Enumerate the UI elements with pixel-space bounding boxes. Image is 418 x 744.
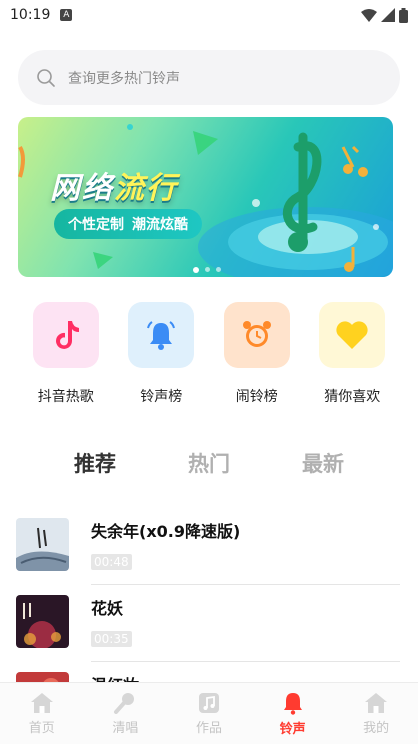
tab-label: 作品 [195,720,222,736]
music-note-icon [198,692,219,713]
status-bar: 10:19 A [0,0,418,30]
wifi-icon [361,9,377,22]
microphone-icon [114,692,135,714]
profile-icon [365,692,388,713]
tab-works[interactable]: 作品 [167,683,251,744]
banner-dot [216,267,221,272]
banner-dot [193,267,199,273]
status-right [361,7,408,23]
quick-label: 闹铃榜 [235,389,278,405]
banner-dot [205,267,210,272]
status-time: 10:19 [10,7,51,23]
tab-hot[interactable]: 热门 [180,448,238,478]
list-item[interactable]: 失余年(x0.9降速版) 00:48 [16,508,400,585]
tab-newest[interactable]: 最新 [294,448,352,478]
quick-item-guess-you-like[interactable]: 猜你喜欢 [312,302,392,406]
banner-pill-a: 个性定制 [68,217,124,233]
tab-profile[interactable]: 我的 [334,683,418,744]
bell-icon [128,302,195,368]
tab-recommended[interactable]: 推荐 [66,448,124,478]
search-icon [37,68,55,87]
song-title: 失余年(x0.9降速版) [91,522,241,541]
banner-title-a: 网络 [50,171,114,206]
quick-category-row: 抖音热歌 铃声榜 闹铃榜 猜你喜欢 [0,302,418,406]
signal-icon [381,8,395,22]
song-cover [16,595,69,648]
battery-icon [399,7,408,23]
tab-label: 我的 [363,720,390,736]
banner-pill: 个性定制 潮流炫酷 [54,209,202,239]
quick-label: 铃声榜 [140,389,183,405]
quick-item-alarm-chart[interactable]: 闹铃榜 [217,302,297,406]
song-title: 花妖 [91,599,124,618]
quick-item-ringtone-chart[interactable]: 铃声榜 [121,302,201,406]
home-icon [30,692,53,713]
promo-banner[interactable]: 网络流行 个性定制 潮流炫酷 [18,117,393,277]
quick-label: 抖音热歌 [37,389,94,405]
alarm-clock-icon [223,302,290,368]
banner-title: 网络流行 [50,163,178,207]
list-item[interactable]: 花妖 00:35 [16,585,400,662]
tab-label: 清唱 [112,720,139,736]
banner-pill-b: 潮流炫酷 [132,217,188,233]
bell-icon [283,692,302,715]
tiktok-icon [32,302,99,368]
tab-home[interactable]: 首页 [0,683,84,744]
heart-icon [319,302,386,368]
song-duration: 00:35 [91,631,132,647]
sim-icon: A [60,9,73,21]
banner-title-b: 流行 [114,171,178,206]
search-placeholder: 查询更多热门铃声 [68,70,180,87]
quick-item-douyin-hits[interactable]: 抖音热歌 [26,302,106,406]
content-tabs: 推荐 热门 最新 [0,448,418,478]
bottom-tab-bar: 首页 清唱 作品 铃声 我的 [0,682,418,744]
banner-pagination [193,267,221,273]
quick-label: 猜你喜欢 [324,389,381,405]
tab-label: 铃声 [279,721,306,737]
tab-acapella[interactable]: 清唱 [84,683,168,744]
song-duration: 00:48 [91,554,132,570]
search-bar[interactable]: 查询更多热门铃声 [18,50,400,105]
song-cover [16,518,69,571]
tab-ringtone[interactable]: 铃声 [251,683,335,744]
tab-label: 首页 [28,720,55,736]
